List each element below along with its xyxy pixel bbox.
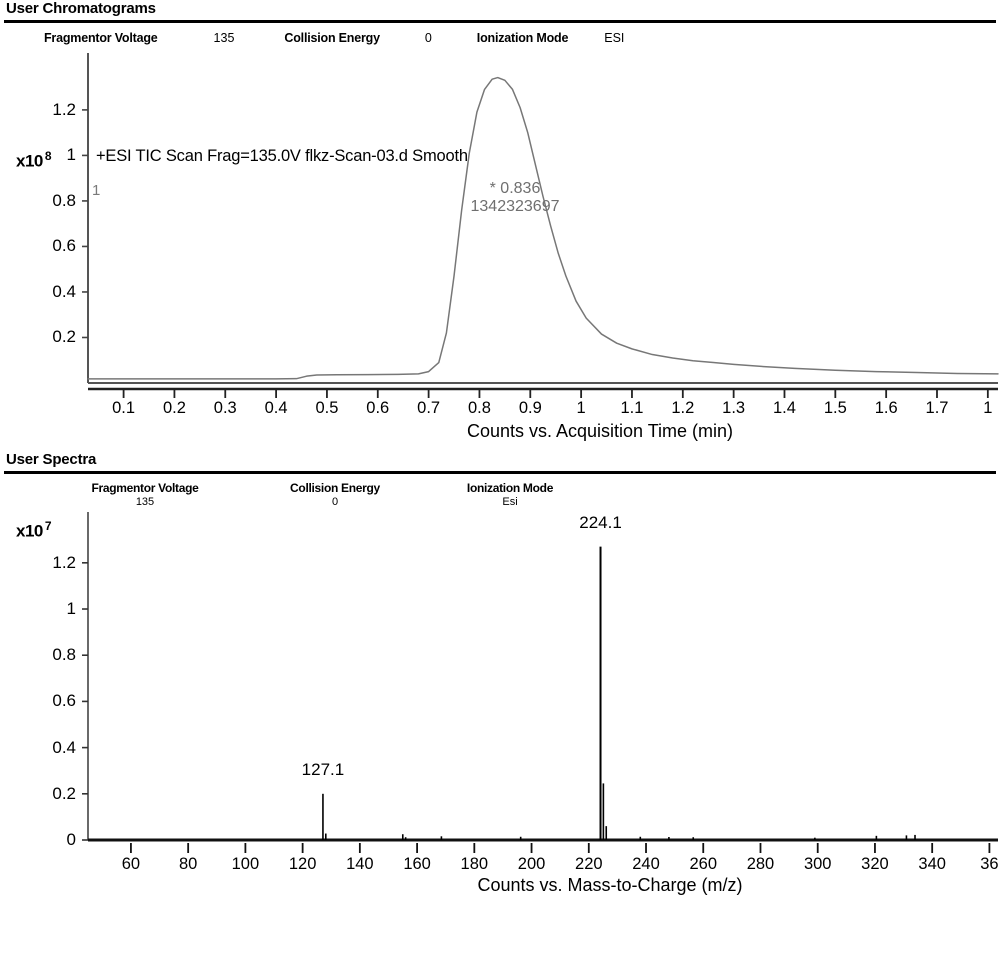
chromatogram-y-tick: 0.6 — [52, 236, 76, 256]
chromatogram-trace-label: 1 — [92, 182, 101, 199]
param-value-ionization-mode: Esi — [502, 496, 518, 508]
spectrum-x-tick: 180 — [460, 855, 489, 873]
spectrum-y-tick: 0.4 — [52, 737, 76, 757]
chromatogram-x-tick: 0.8 — [467, 399, 491, 417]
chromatogram-x-tick: 1 — [983, 399, 993, 417]
chromatogram-x-tick: 1 — [576, 399, 586, 417]
chromatogram-x-tick: 1.2 — [671, 399, 695, 417]
spectrum-x-tick: 220 — [575, 855, 603, 873]
param-label-ionization-mode: Ionization Mode — [466, 481, 554, 495]
spectrum-peak-label-224: 224.1 — [579, 512, 622, 532]
spectrum-x-tick: 280 — [746, 855, 775, 873]
spectrum-x-tick: 240 — [632, 855, 660, 873]
spectrum-x-tick: 100 — [231, 855, 260, 873]
chromatogram-x-tick: 1.7 — [925, 399, 949, 417]
chromatogram-x-tick: 0.7 — [417, 399, 441, 417]
spectrum-y-tick: 1.2 — [52, 552, 76, 572]
param-value-collision-energy: 0 — [331, 496, 339, 508]
param-label-fragmentor-voltage: Fragmentor Voltage — [44, 31, 158, 45]
spectrum-x-tick: 120 — [288, 855, 317, 873]
spectrum-y-tick: 0.8 — [52, 645, 76, 665]
chromatogram-x-tick: 0.4 — [264, 399, 288, 417]
spectra-param-collision-energy: Collision Energy 0 — [250, 481, 420, 508]
spectrum-y-tick: 1 — [66, 599, 76, 618]
chromatogram-x-tick: 1.3 — [722, 399, 746, 417]
spectrum-peak-label-127: 127.1 — [301, 759, 345, 779]
chromatogram-x-tick: 0.3 — [213, 399, 237, 417]
spectrum-x-tick: 140 — [346, 855, 374, 873]
spectrum-x-tick: 160 — [403, 855, 431, 873]
spectrum-x-tick: 80 — [178, 855, 198, 873]
param-label-fragmentor-voltage: Fragmentor Voltage — [91, 481, 199, 495]
chromatogram-x-tick: 0.9 — [518, 399, 542, 417]
chromatogram-x-tick: 1.5 — [823, 399, 847, 417]
spectrum-x-tick: 260 — [689, 855, 718, 873]
y-exponent-mantissa: x10 — [16, 521, 43, 541]
chromatogram-peak-area: 1342323697 — [470, 197, 560, 215]
spectrum-y-tick: 0.2 — [52, 783, 76, 803]
chromatogram-x-tick: 1.4 — [773, 399, 796, 417]
param-value-collision-energy: 0 — [424, 31, 432, 45]
spectrum-x-tick: 300 — [803, 855, 832, 873]
chromatogram-x-tick: 1.1 — [620, 399, 644, 417]
spectrum-y-tick: 0.6 — [52, 691, 76, 711]
param-label-collision-energy: Collision Energy — [290, 481, 380, 495]
chromatograms-section-title: User Chromatograms — [6, 0, 156, 17]
y-exponent-power: 8 — [44, 149, 52, 163]
chromatogram-y-tick: 0.2 — [52, 327, 76, 347]
chromatogram-x-tick: 1.6 — [874, 399, 898, 417]
chromatogram-plot[interactable]: x10 8 0.2 0.4 0.6 0.8 1 1.2 0.1 0.2 0.3 0.4 0.5 0.6… — [0, 51, 1000, 451]
spectrum-x-tick: 320 — [861, 855, 889, 873]
chromatogram-peak-rt: * 0.836 — [489, 180, 541, 197]
spectrum-plot[interactable]: x10 7 0 0.2 0.4 0.6 0.8 1 1.2 60 80 100 120 140 160 1… — [0, 510, 1000, 910]
param-label-collision-energy: Collision Energy — [284, 31, 380, 45]
param-value-fragmentor-voltage: 135 — [135, 496, 155, 508]
chromatogram-x-tick: 0.2 — [162, 399, 186, 417]
chromatogram-x-tick: 0.1 — [112, 399, 136, 417]
spectra-parameter-strip: Fragmentor Voltage 135 Collision Energy … — [0, 474, 1000, 510]
spectrum-canvas — [82, 512, 998, 853]
chromatogram-x-tick: 0.6 — [366, 399, 390, 417]
y-exponent-mantissa: x10 — [16, 151, 43, 171]
chromatograms-parameter-strip: Fragmentor Voltage 135 Collision Energy … — [0, 23, 1000, 51]
param-label-ionization-mode: Ionization Mode — [476, 31, 569, 45]
y-exponent-power: 7 — [44, 519, 52, 533]
spectrum-x-axis-caption: Counts vs. Mass-to-Charge (m/z) — [477, 875, 743, 895]
chromatogram-plot-title: +ESI TIC Scan Frag=135.0V flkz-Scan-03.d… — [96, 147, 468, 165]
chromatogram-y-tick: 0.4 — [52, 281, 76, 301]
user-spectra-section: User Spectra Fragmentor Voltage 135 Coll… — [0, 451, 1000, 910]
user-chromatograms-section: User Chromatograms Fragmentor Voltage 13… — [0, 0, 1000, 451]
param-value-ionization-mode: ESI — [604, 31, 625, 45]
spectrum-x-tick: 36 — [980, 855, 999, 873]
chromatogram-peak-annotation: * 0.836 1342323697 — [471, 180, 560, 216]
spectrum-x-tick: 200 — [517, 855, 546, 873]
param-value-fragmentor-voltage: 135 — [213, 31, 235, 45]
spectra-param-fragmentor-voltage: Fragmentor Voltage 135 — [40, 481, 250, 508]
spectrum-y-tick: 0 — [66, 830, 76, 849]
chromatogram-y-tick: 1.2 — [52, 99, 76, 119]
chromatogram-x-tick: 0.5 — [315, 399, 339, 417]
chromatogram-y-tick: 0.8 — [52, 190, 76, 210]
chromatogram-y-axis-exponent: x10 8 — [16, 149, 52, 172]
chromatogram-canvas — [82, 53, 999, 398]
spectrum-x-tick: 60 — [121, 855, 141, 873]
chromatogram-x-axis-caption: Counts vs. Acquisition Time (min) — [466, 421, 734, 441]
spectrum-x-tick: 340 — [918, 855, 946, 873]
spectrum-y-axis-exponent: x10 7 — [16, 519, 52, 542]
spectra-param-ionization-mode: Ionization Mode Esi — [420, 481, 600, 508]
spectra-section-title: User Spectra — [6, 451, 97, 468]
chromatogram-y-tick: 1 — [66, 145, 76, 165]
